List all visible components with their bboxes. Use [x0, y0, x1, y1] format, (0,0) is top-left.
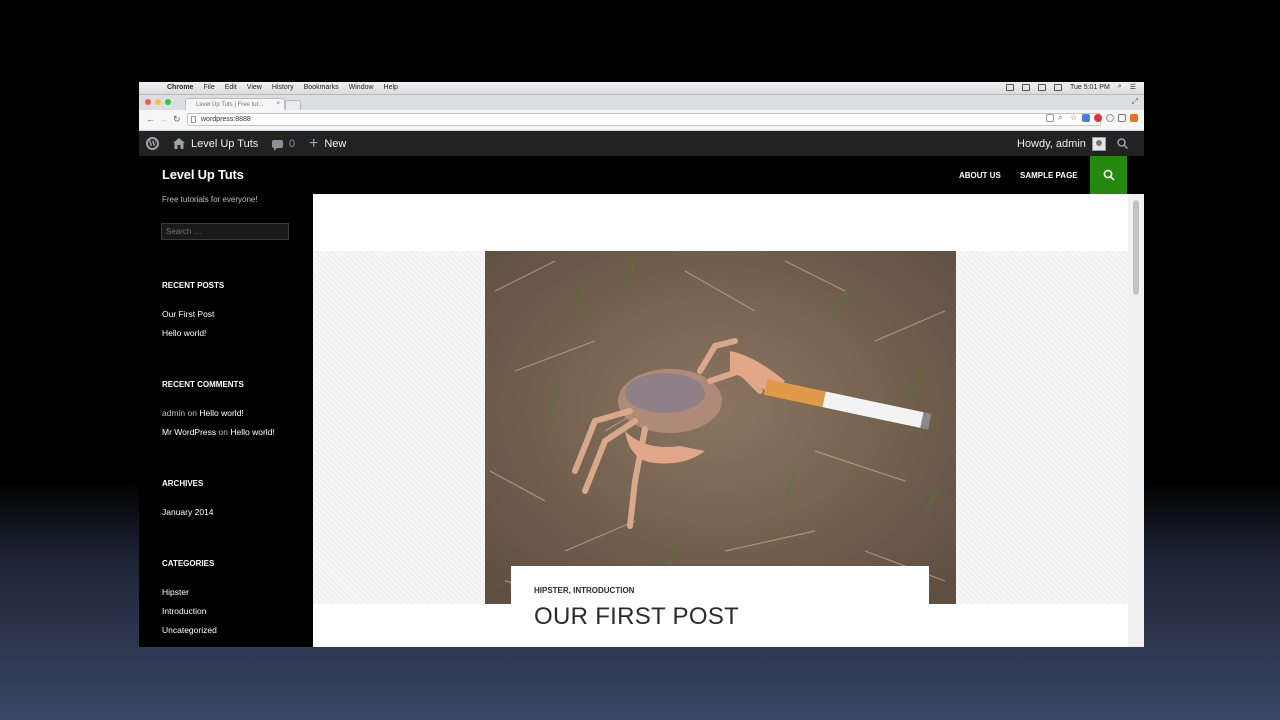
- comment-author: admin: [162, 408, 186, 418]
- admin-bar-account[interactable]: Howdy, admin: [1017, 131, 1106, 156]
- page-scrollbar[interactable]: [1128, 194, 1144, 647]
- archive-link[interactable]: January 2014: [162, 507, 214, 517]
- address-toolbar: ← → ↻ wordpress:8888 ⌕ ☆: [139, 110, 1144, 131]
- comment-on: on: [187, 408, 197, 418]
- admin-bar-site-name[interactable]: Level Up Tuts: [173, 131, 258, 156]
- nav-spacer: [1127, 156, 1144, 194]
- recent-post-link[interactable]: Our First Post: [162, 309, 214, 319]
- browser-tab[interactable]: Level Up Tuts | Free tut... ×: [185, 98, 285, 110]
- comment-post-link[interactable]: Hello world!: [230, 427, 274, 437]
- comment-on: on: [218, 427, 228, 437]
- primary-navigation: About Us Sample Page: [313, 156, 1144, 194]
- featured-image[interactable]: [485, 251, 956, 604]
- comment-post-link[interactable]: Hello world!: [199, 408, 243, 418]
- category-link[interactable]: Introduction: [162, 606, 206, 616]
- category-link[interactable]: Hipster: [162, 587, 189, 597]
- url-bar[interactable]: wordpress:8888: [187, 113, 1101, 126]
- tab-title: Level Up Tuts | Free tut...: [196, 102, 264, 108]
- close-window-icon[interactable]: [145, 99, 151, 105]
- admin-bar-site-label: Level Up Tuts: [191, 137, 259, 150]
- tab-close-icon[interactable]: ×: [276, 101, 280, 107]
- site: Level Up Tuts Free tutorials for everyon…: [139, 156, 1144, 647]
- zoom-icon[interactable]: ⌕: [1058, 114, 1066, 122]
- recent-post-link[interactable]: Hello world!: [162, 328, 206, 338]
- main-content: HIPSTER, INTRODUCTION OUR FIRST POST: [313, 194, 1128, 647]
- recent-comment: admin on Hello world!: [162, 408, 244, 418]
- status-icon[interactable]: [1021, 83, 1030, 91]
- back-icon[interactable]: ←: [146, 114, 155, 124]
- wifi-icon[interactable]: [1037, 83, 1046, 91]
- site-title[interactable]: Level Up Tuts: [162, 167, 244, 182]
- mac-status-area: Tue 5:01 PM ⌕ ☰: [1005, 83, 1136, 91]
- extension-icons: ⌕ ☆: [1046, 114, 1138, 122]
- extension-icon[interactable]: [1130, 114, 1138, 122]
- category-link[interactable]: Uncategorized: [162, 625, 217, 635]
- clock[interactable]: Tue 5:01 PM: [1070, 84, 1110, 91]
- nav-about-us[interactable]: About Us: [959, 171, 1001, 180]
- page-action-icon[interactable]: [1046, 114, 1054, 122]
- wp-admin-bar: W Level Up Tuts 0 + New Howdy, admin: [139, 131, 1144, 156]
- categories-title: CATEGORIES: [162, 559, 215, 568]
- menu-history[interactable]: History: [272, 84, 294, 91]
- url-text: wordpress:8888: [201, 116, 251, 123]
- menu-window[interactable]: Window: [349, 84, 374, 91]
- comments-count: 0: [289, 137, 296, 150]
- content-top-area: [313, 194, 1128, 251]
- howdy-greeting: Howdy, admin: [1017, 137, 1086, 150]
- spotlight-icon[interactable]: ⌕: [1118, 83, 1122, 91]
- entry-title[interactable]: OUR FIRST POST: [534, 603, 739, 631]
- sidebar: Level Up Tuts Free tutorials for everyon…: [139, 156, 313, 647]
- comment-author-link[interactable]: Mr WordPress: [162, 427, 216, 437]
- admin-bar-new-label: New: [324, 137, 347, 150]
- notification-center-icon[interactable]: ☰: [1130, 83, 1136, 91]
- admin-bar-new[interactable]: + New: [309, 131, 346, 156]
- admin-bar-comments[interactable]: 0: [272, 131, 295, 156]
- minimize-window-icon[interactable]: [155, 99, 161, 105]
- mac-menubar: Chrome File Edit View History Bookmarks …: [139, 82, 1144, 95]
- nav-sample-page[interactable]: Sample Page: [1020, 171, 1078, 180]
- fullscreen-icon[interactable]: ⤢: [1132, 97, 1138, 107]
- menu-file[interactable]: File: [203, 84, 214, 91]
- home-icon: [173, 138, 185, 149]
- page-icon: [191, 116, 196, 123]
- extension-icon[interactable]: [1082, 114, 1090, 122]
- recent-comments-title: RECENT COMMENTS: [162, 380, 244, 389]
- menu-edit[interactable]: Edit: [225, 84, 237, 91]
- menu-chrome[interactable]: Chrome: [167, 84, 193, 91]
- forward-icon[interactable]: →: [159, 114, 168, 124]
- recent-comment: Mr WordPress on Hello world!: [162, 427, 275, 437]
- entry-categories[interactable]: HIPSTER, INTRODUCTION: [534, 586, 634, 595]
- reload-icon[interactable]: ↻: [173, 114, 181, 125]
- wordpress-logo-icon: W: [146, 137, 159, 150]
- wp-logo-menu[interactable]: W: [146, 131, 159, 156]
- site-tagline: Free tutorials for everyone!: [162, 195, 258, 204]
- extension-icon[interactable]: [1094, 114, 1102, 122]
- menu-help[interactable]: Help: [384, 84, 398, 91]
- screen: Chrome File Edit View History Bookmarks …: [139, 82, 1144, 647]
- zoom-window-icon[interactable]: [165, 99, 171, 105]
- status-icon[interactable]: [1005, 83, 1014, 91]
- bookmark-star-icon[interactable]: ☆: [1070, 114, 1078, 122]
- tab-strip: Level Up Tuts | Free tut... × ⤢: [139, 95, 1144, 111]
- scroll-thumb[interactable]: [1133, 200, 1139, 295]
- search-input[interactable]: [161, 223, 289, 240]
- archives-title: ARCHIVES: [162, 479, 204, 488]
- entry-header: HIPSTER, INTRODUCTION OUR FIRST POST: [511, 566, 929, 647]
- search-icon: [1117, 138, 1128, 149]
- volume-icon[interactable]: [1053, 83, 1062, 91]
- search-toggle-button[interactable]: [1090, 156, 1127, 194]
- search-icon: [1103, 169, 1115, 181]
- plus-icon: +: [309, 134, 319, 152]
- mac-menus: Chrome File Edit View History Bookmarks …: [167, 84, 398, 91]
- avatar: [1091, 136, 1106, 151]
- extension-icon[interactable]: [1106, 114, 1114, 122]
- window-controls: [145, 99, 171, 105]
- cast-icon[interactable]: [1118, 114, 1126, 122]
- menu-view[interactable]: View: [247, 84, 262, 91]
- recent-posts-title: RECENT POSTS: [162, 281, 225, 290]
- admin-bar-search[interactable]: [1117, 131, 1128, 156]
- menu-bookmarks[interactable]: Bookmarks: [304, 84, 339, 91]
- comment-bubble-icon: [272, 139, 283, 151]
